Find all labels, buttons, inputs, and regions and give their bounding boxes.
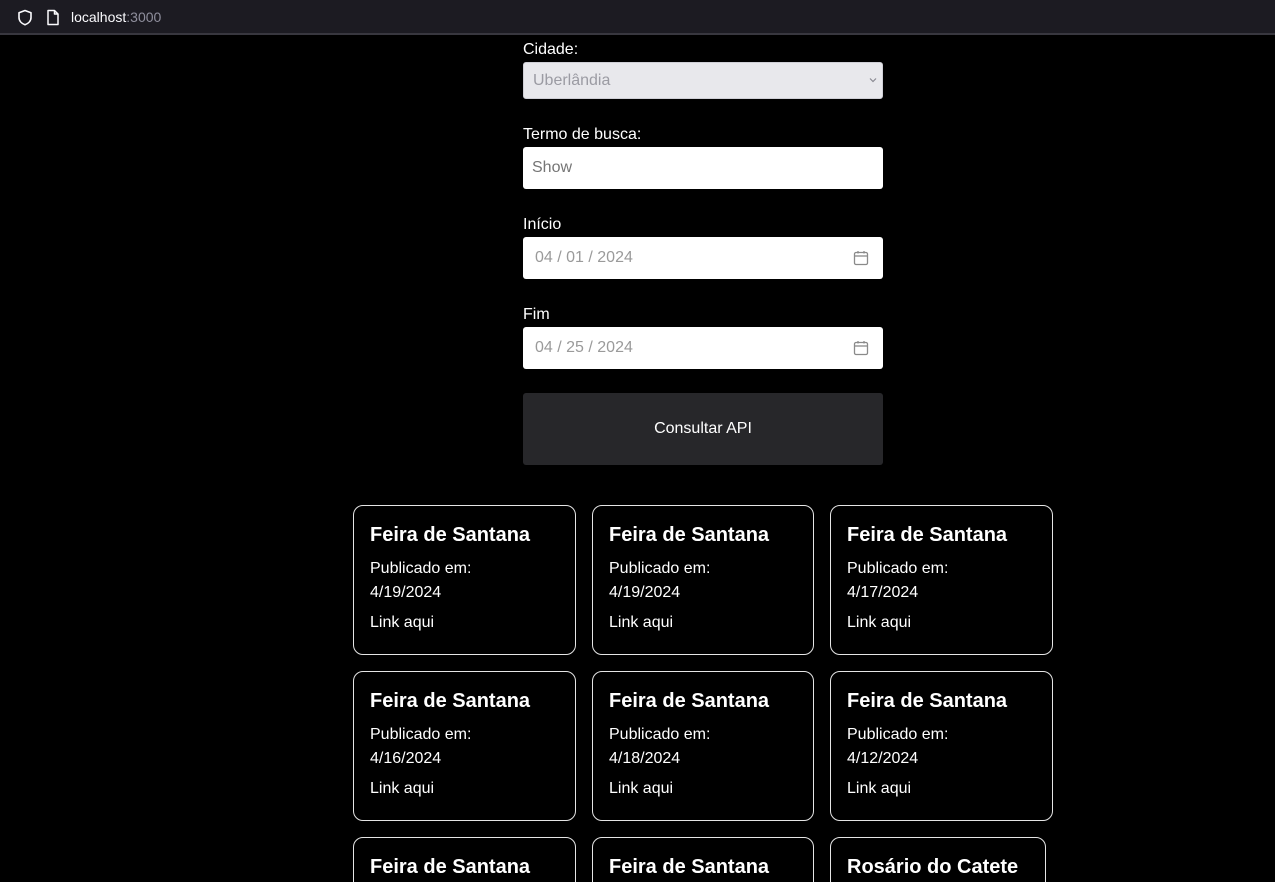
calendar-icon[interactable] <box>853 250 869 266</box>
card-published: Publicado em: 4/19/2024 <box>370 557 559 605</box>
card-published-label: Publicado em: <box>370 560 472 577</box>
city-select[interactable]: Uberlândia <box>523 62 883 99</box>
result-card: Feira de Santana <box>592 837 814 882</box>
search-input[interactable]: Show <box>523 147 883 189</box>
browser-url-bar[interactable]: localhost:3000 <box>0 0 1275 35</box>
card-title: Feira de Santana <box>609 690 770 712</box>
card-published-label: Publicado em: <box>847 726 949 743</box>
card-date: 4/18/2024 <box>609 750 681 767</box>
card-published: Publicado em: 4/12/2024 <box>847 723 1036 771</box>
card-title: Feira de Santana <box>847 524 1008 546</box>
consultar-api-button[interactable]: Consultar API <box>523 393 883 465</box>
result-card: Feira de Santana Publicado em: 4/17/2024… <box>830 505 1053 655</box>
result-card: Rosário do Catete <box>830 837 1046 882</box>
card-title: Rosário do Catete <box>847 856 1019 878</box>
card-published-label: Publicado em: <box>847 560 949 577</box>
card-title: Feira de Santana <box>370 524 531 546</box>
url-port: :3000 <box>126 9 162 25</box>
end-date-label: Fim <box>523 306 550 323</box>
card-title: Feira de Santana <box>609 524 770 546</box>
search-input-value: Show <box>532 159 573 176</box>
card-published: Publicado em: 4/19/2024 <box>609 557 797 605</box>
card-published: Publicado em: 4/17/2024 <box>847 557 1036 605</box>
end-date-value: 04 / 25 / 2024 <box>535 339 633 356</box>
start-date-value: 04 / 01 / 2024 <box>535 249 633 266</box>
card-published: Publicado em: 4/16/2024 <box>370 723 559 771</box>
city-select-value: Uberlândia <box>533 72 611 89</box>
chevron-down-icon <box>869 78 877 83</box>
card-link[interactable]: Link aqui <box>609 779 673 799</box>
card-published: Publicado em: 4/18/2024 <box>609 723 797 771</box>
card-link[interactable]: Link aqui <box>609 613 673 633</box>
url-text[interactable]: localhost:3000 <box>71 9 161 26</box>
result-card: Feira de Santana Publicado em: 4/19/2024… <box>353 505 576 655</box>
result-card: Feira de Santana Publicado em: 4/19/2024… <box>592 505 814 655</box>
result-card: Feira de Santana Publicado em: 4/12/2024… <box>830 671 1053 821</box>
card-published-label: Publicado em: <box>370 726 472 743</box>
result-card: Feira de Santana Publicado em: 4/16/2024… <box>353 671 576 821</box>
search-label: Termo de busca: <box>523 126 642 143</box>
card-published-label: Publicado em: <box>609 726 711 743</box>
url-host: localhost <box>71 9 127 25</box>
card-date: 4/19/2024 <box>609 584 681 601</box>
card-title: Feira de Santana <box>847 690 1008 712</box>
page-icon <box>47 9 59 26</box>
card-link[interactable]: Link aqui <box>370 613 434 633</box>
end-date-input[interactable]: 04 / 25 / 2024 <box>523 327 883 369</box>
card-published-label: Publicado em: <box>609 560 711 577</box>
card-date: 4/16/2024 <box>370 750 442 767</box>
card-link[interactable]: Link aqui <box>370 779 434 799</box>
card-title: Feira de Santana <box>370 690 531 712</box>
shield-icon[interactable] <box>17 9 33 26</box>
result-card: Feira de Santana <box>353 837 576 882</box>
card-date: 4/19/2024 <box>370 584 442 601</box>
card-link[interactable]: Link aqui <box>847 613 911 633</box>
card-title: Feira de Santana <box>370 856 531 878</box>
card-date: 4/17/2024 <box>847 584 919 601</box>
card-title: Feira de Santana <box>609 856 770 878</box>
start-date-label: Início <box>523 216 562 233</box>
card-date: 4/12/2024 <box>847 750 919 767</box>
city-label: Cidade: <box>523 41 579 58</box>
card-link[interactable]: Link aqui <box>847 779 911 799</box>
result-card: Feira de Santana Publicado em: 4/18/2024… <box>592 671 814 821</box>
calendar-icon[interactable] <box>853 340 869 356</box>
start-date-input[interactable]: 04 / 01 / 2024 <box>523 237 883 279</box>
